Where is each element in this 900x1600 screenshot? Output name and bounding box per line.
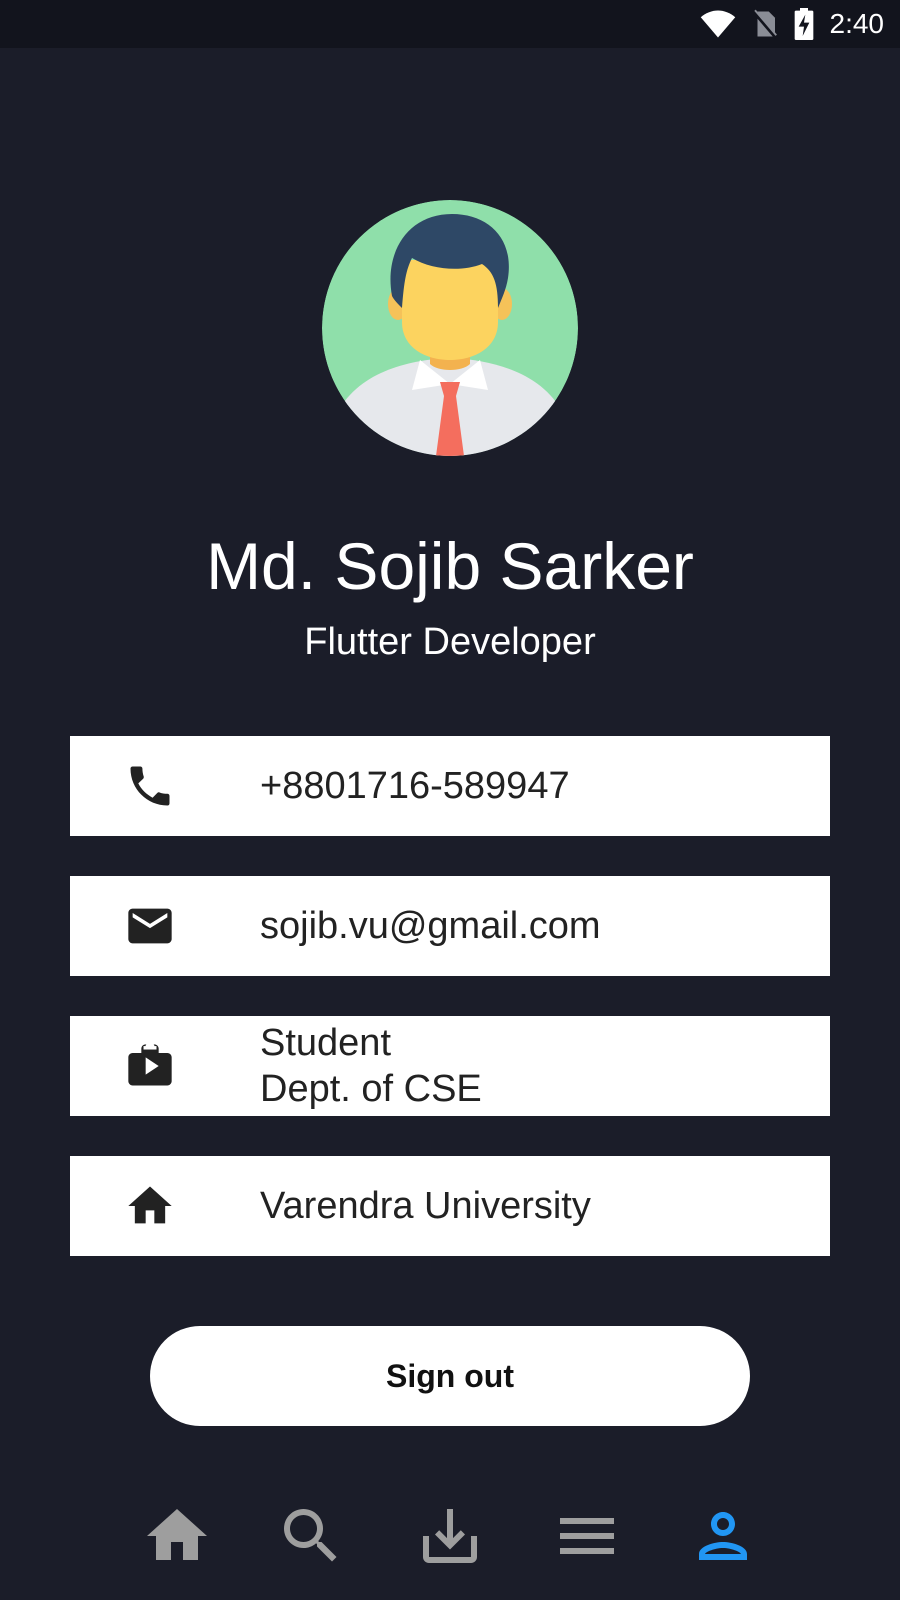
menu-icon (560, 1518, 614, 1554)
search-icon (284, 1509, 337, 1562)
nav-search[interactable] (275, 1500, 347, 1572)
nav-menu[interactable] (551, 1500, 623, 1572)
work-department: Dept. of CSE (260, 1068, 482, 1110)
phone-text: +8801716-589947 (260, 763, 570, 809)
work-title: Student (260, 1022, 391, 1064)
email-icon (124, 900, 176, 952)
profile-name: Md. Sojib Sarker (206, 529, 694, 603)
home-icon (147, 1509, 207, 1560)
work-icon (124, 1040, 176, 1092)
nav-profile[interactable] (687, 1500, 759, 1572)
email-text: sojib.vu@gmail.com (260, 903, 601, 949)
profile-role: Flutter Developer (304, 621, 596, 663)
home-icon (124, 1180, 176, 1232)
avatar-illustration (322, 200, 578, 456)
phone-number: +8801716-589947 (260, 765, 570, 807)
university-name: Varendra University (260, 1185, 591, 1227)
status-time: 2:40 (829, 8, 885, 39)
bottom-nav (0, 1490, 900, 1580)
phone-icon (124, 760, 176, 812)
download-icon (423, 1509, 477, 1563)
nav-downloads[interactable] (414, 1500, 486, 1572)
email-card[interactable]: sojib.vu@gmail.com (70, 876, 830, 976)
work-text: Student Dept. of CSE (260, 1020, 482, 1112)
email-address: sojib.vu@gmail.com (260, 905, 601, 947)
status-bar: 2:40 (0, 0, 900, 48)
wifi-icon (700, 10, 735, 38)
home-card[interactable]: Varendra University (70, 1156, 830, 1256)
no-sim-icon (751, 9, 778, 39)
battery-charging-icon (794, 8, 813, 40)
nav-home[interactable] (141, 1500, 213, 1572)
sign-out-button[interactable]: Sign out (150, 1326, 750, 1426)
person-icon (699, 1512, 747, 1560)
work-card[interactable]: Student Dept. of CSE (70, 1016, 830, 1116)
phone-card[interactable]: +8801716-589947 (70, 736, 830, 836)
avatar (322, 200, 578, 456)
home-text: Varendra University (260, 1183, 591, 1229)
